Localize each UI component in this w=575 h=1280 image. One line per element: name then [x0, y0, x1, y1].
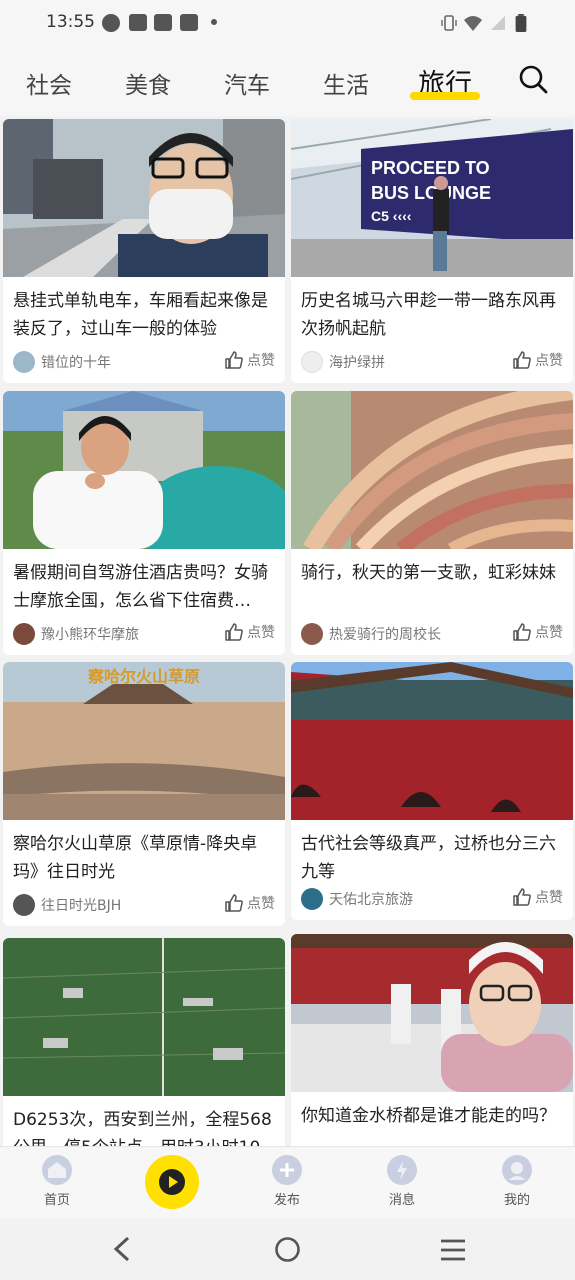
video-thumbnail	[291, 934, 573, 1092]
svg-text:BUS LOUNGE: BUS LOUNGE	[371, 183, 491, 203]
tab-life[interactable]: 生活	[323, 66, 369, 100]
play-button[interactable]	[145, 1155, 199, 1209]
author-name[interactable]: 往日时光BJH	[41, 895, 121, 915]
thumbs-up-icon	[225, 623, 243, 641]
feed-card[interactable]: 你知道金水桥都是谁才能走的吗？	[291, 934, 573, 1146]
feed-card[interactable]: 骑行，秋天的第一支歌，虹彩妹妹 热爱骑行的周校长 点赞	[291, 391, 573, 655]
author-name[interactable]: 海护绿拼	[329, 352, 385, 372]
author-name[interactable]: 天佑北京旅游	[329, 889, 413, 909]
thumbs-up-icon	[513, 623, 531, 641]
card-title: 古代社会等级真严，过桥也分三六九等	[301, 834, 556, 882]
nav-profile[interactable]: 我的	[487, 1155, 547, 1208]
recent-apps-icon[interactable]	[439, 1238, 467, 1262]
active-tab-indicator	[410, 92, 480, 100]
status-bar: 13:55	[0, 0, 575, 48]
overlay-text: 察哈尔火山草原	[87, 667, 200, 686]
speedometer-icon	[102, 14, 120, 32]
nav-label: 我的	[503, 1193, 530, 1208]
tab-cars[interactable]: 汽车	[224, 66, 270, 100]
video-thumbnail: 察哈尔火山草原	[3, 662, 285, 820]
card-title: 骑行，秋天的第一支歌，虹彩妹妹	[301, 563, 556, 583]
plus-icon	[272, 1155, 302, 1185]
like-button[interactable]: 点赞	[512, 350, 563, 370]
like-button[interactable]: 点赞	[224, 622, 275, 642]
nav-home[interactable]: 首页	[27, 1155, 87, 1208]
category-tab-bar: 社会 美食 汽车 生活 旅行	[0, 48, 575, 116]
like-label: 点赞	[247, 353, 275, 369]
like-label: 点赞	[535, 890, 563, 906]
wifi-icon	[464, 16, 482, 31]
avatar	[13, 894, 35, 916]
feed-card[interactable]: D6253次，西安到兰州，全程568公里，停5个站点，用时3小时10分	[3, 938, 285, 1146]
avatar	[13, 623, 35, 645]
status-time: 13:55	[46, 12, 95, 32]
author-name[interactable]: 错位的十年	[41, 352, 111, 372]
like-button[interactable]: 点赞	[224, 350, 275, 370]
author-name[interactable]: 豫小熊环华摩旅	[41, 624, 139, 644]
vibrate-icon	[441, 15, 457, 31]
profile-icon	[502, 1155, 532, 1185]
nav-label: 发布	[273, 1193, 300, 1208]
system-navigation-bar	[0, 1218, 575, 1280]
avatar	[301, 623, 323, 645]
avatar	[301, 888, 323, 910]
card-title: D6253次，西安到兰州，全程568公里，停5个站点，用时3小时10分	[13, 1110, 272, 1146]
thumbs-up-icon	[225, 351, 243, 369]
video-thumbnail	[291, 391, 573, 549]
more-notifications-dot	[211, 19, 217, 25]
feed-card[interactable]: 古代社会等级真严，过桥也分三六九等 天佑北京旅游 点赞	[291, 662, 573, 920]
notification-icon	[180, 14, 198, 31]
nav-label: 首页	[43, 1193, 70, 1208]
battery-icon	[515, 14, 527, 32]
bell-icon	[387, 1155, 417, 1185]
like-button[interactable]: 点赞	[224, 893, 275, 913]
like-label: 点赞	[535, 353, 563, 369]
sign-text: PROCEED TO	[371, 158, 490, 178]
svg-text:C5 ‹‹‹‹: C5 ‹‹‹‹	[371, 208, 412, 224]
feed-card[interactable]: 暑假期间自驾游住酒店贵吗？女骑士摩旅全国，怎么省下住宿费… 豫小熊环华摩旅 点赞	[3, 391, 285, 655]
card-title: 历史名城马六甲趁一带一路东风再次扬帆起航	[301, 291, 556, 339]
tab-food[interactable]: 美食	[125, 66, 171, 100]
card-title: 察哈尔火山草原《草原情-降央卓玛》往日时光	[13, 834, 258, 882]
video-thumbnail	[3, 119, 285, 277]
like-label: 点赞	[247, 896, 275, 912]
thumbs-up-icon	[225, 894, 243, 912]
feed-card[interactable]: 察哈尔火山草原 察哈尔火山草原《草原情-降央卓玛》往日时光 往日时光BJH 点赞	[3, 662, 285, 926]
avatar	[301, 351, 323, 373]
notification-icon	[154, 14, 172, 31]
like-button[interactable]: 点赞	[512, 887, 563, 907]
like-label: 点赞	[247, 625, 275, 641]
back-icon[interactable]	[110, 1236, 134, 1262]
video-thumbnail	[3, 391, 285, 549]
notification-icon	[129, 14, 147, 31]
thumbs-up-icon	[513, 351, 531, 369]
search-icon[interactable]	[518, 64, 548, 94]
author-name[interactable]: 热爱骑行的周校长	[329, 624, 441, 644]
bottom-nav: 首页 发布 消息 我的	[0, 1146, 575, 1218]
like-label: 点赞	[535, 625, 563, 641]
home-icon	[42, 1155, 72, 1185]
feed-card[interactable]: PROCEED TO BUS LOUNGE C5 ‹‹‹‹ 历史名城马六甲趁一带…	[291, 119, 573, 383]
nav-label: 消息	[388, 1193, 415, 1208]
nav-messages[interactable]: 消息	[372, 1155, 432, 1208]
video-thumbnail	[291, 662, 573, 820]
feed-grid: 悬挂式单轨电车，车厢看起来像是装反了，过山车一般的体验 错位的十年 点赞 PRO…	[0, 116, 575, 1146]
nav-publish[interactable]: 发布	[257, 1155, 317, 1208]
home-circle-icon[interactable]	[274, 1236, 301, 1263]
tab-society[interactable]: 社会	[26, 66, 72, 100]
feed-card[interactable]: 悬挂式单轨电车，车厢看起来像是装反了，过山车一般的体验 错位的十年 点赞	[3, 119, 285, 383]
signal-icon	[491, 16, 505, 30]
card-title: 你知道金水桥都是谁才能走的吗？	[301, 1106, 556, 1126]
video-thumbnail: PROCEED TO BUS LOUNGE C5 ‹‹‹‹	[291, 119, 573, 277]
like-button[interactable]: 点赞	[512, 622, 563, 642]
card-title: 暑假期间自驾游住酒店贵吗？女骑士摩旅全国，怎么省下住宿费…	[13, 563, 268, 611]
avatar	[13, 351, 35, 373]
video-thumbnail	[3, 938, 285, 1096]
thumbs-up-icon	[513, 888, 531, 906]
card-title: 悬挂式单轨电车，车厢看起来像是装反了，过山车一般的体验	[13, 291, 268, 339]
